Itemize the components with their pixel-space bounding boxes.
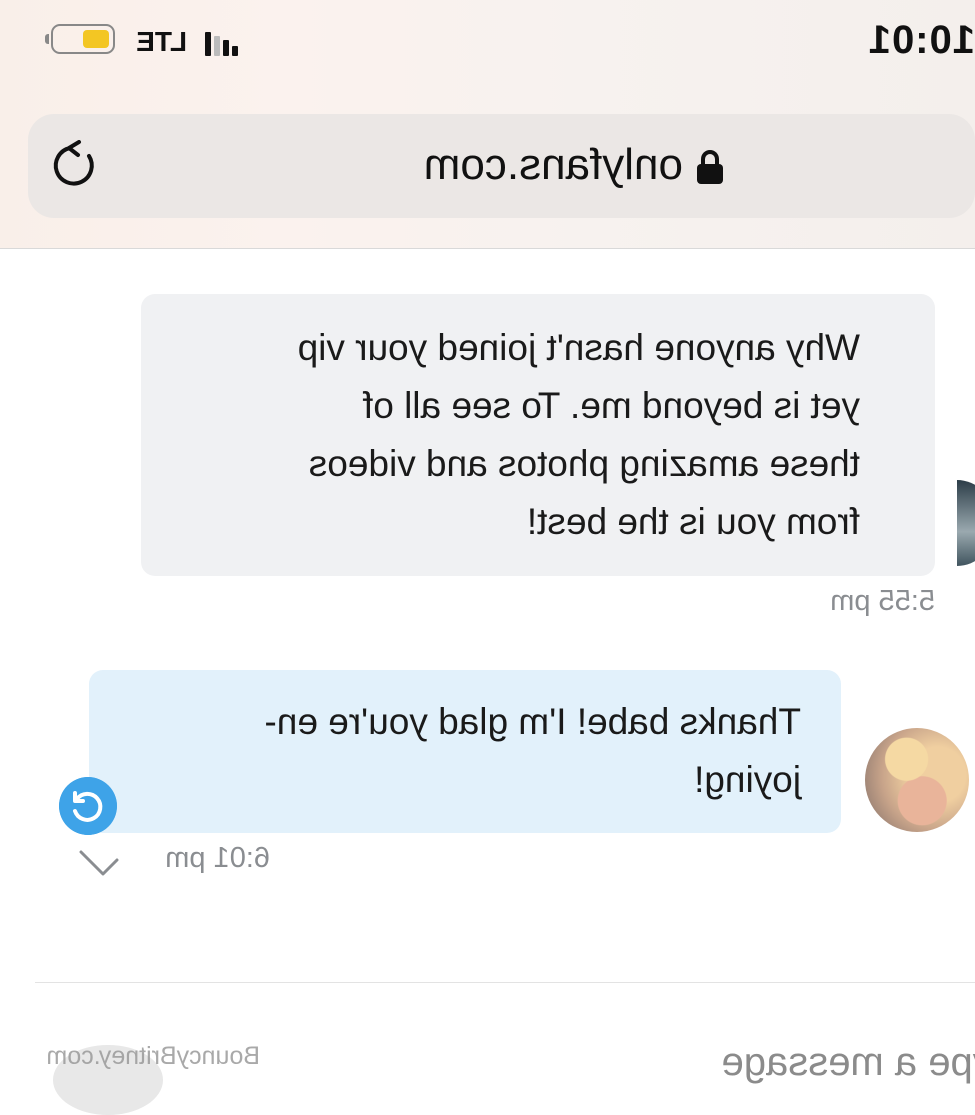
message-input-placeholder: Type a message <box>722 1040 975 1085</box>
status-time: 10:01 <box>868 18 975 63</box>
network-label: LTE <box>136 26 187 58</box>
composer-divider <box>35 982 975 983</box>
reload-icon[interactable] <box>50 140 100 192</box>
message-line: from you is the best! <box>141 493 860 551</box>
watermark: BouncyBritney.com <box>46 1042 260 1071</box>
message-line: joying! <box>89 751 801 809</box>
battery-nub <box>45 34 49 44</box>
message-input[interactable]: Type a message <box>722 1040 975 1085</box>
signal-icon <box>200 32 238 56</box>
sender-avatar <box>957 480 975 566</box>
message-line: these amazing photos and videos <box>141 435 860 493</box>
message-line: Thanks babe! I'm glad you're en- <box>89 693 801 751</box>
message-line: Why anyone hasn't joined your vip <box>141 319 860 377</box>
message-bubble-outgoing: Why anyone hasn't joined your vip yet is… <box>141 294 935 576</box>
message-line: yet is beyond me. To see all of <box>141 377 860 435</box>
check-icon <box>79 848 119 876</box>
lock-icon <box>697 150 723 184</box>
mirrored-screen: 10:01 LTE onlyfans.com Why anyone hasn't… <box>0 0 975 1079</box>
message-time: 6:01 pm <box>165 842 270 875</box>
address-domain[interactable]: onlyfans.com <box>424 140 683 190</box>
message-bubble-incoming: Thanks babe! I'm glad you're en- joying! <box>89 670 841 833</box>
battery-icon <box>51 24 115 54</box>
creator-avatar[interactable] <box>865 728 969 832</box>
reply-icon[interactable] <box>59 777 117 835</box>
message-time: 5:55 pm <box>830 585 935 618</box>
browser-chrome: 10:01 LTE onlyfans.com <box>0 0 975 249</box>
